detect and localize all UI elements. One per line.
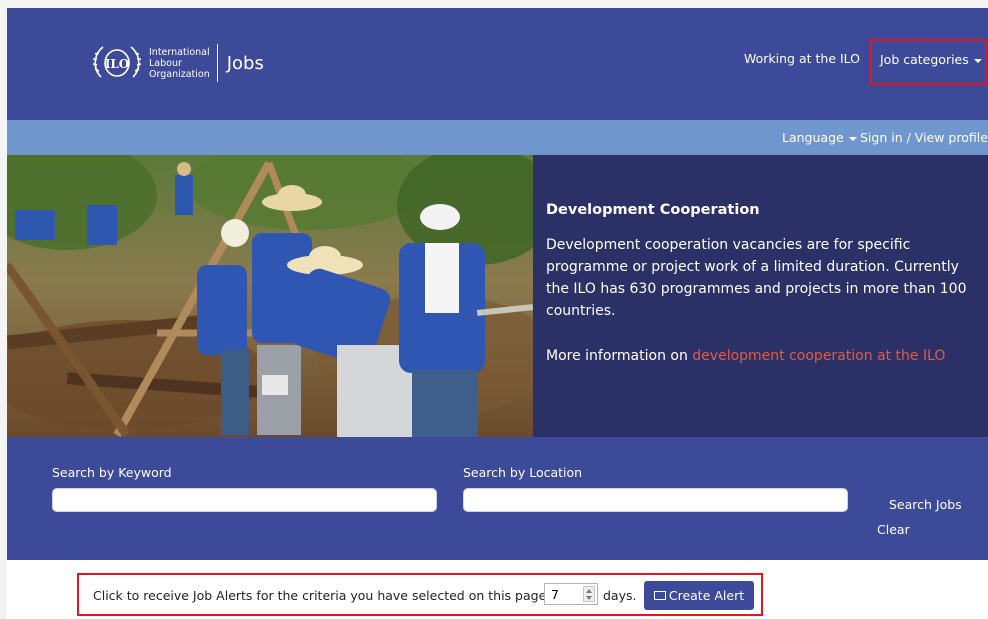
envelope-icon bbox=[653, 591, 666, 600]
hero-more-info: More information on development cooperat… bbox=[546, 348, 978, 364]
site-header: ILO International Labour Organization Jo… bbox=[7, 8, 988, 120]
language-dropdown[interactable]: Language bbox=[782, 130, 857, 145]
logo-divider bbox=[216, 44, 218, 82]
page: ILO International Labour Organization Jo… bbox=[7, 8, 988, 619]
caret-down-icon bbox=[848, 136, 857, 141]
keyword-input[interactable] bbox=[52, 488, 437, 512]
org-name-line: Organization bbox=[149, 68, 210, 80]
ilo-logo[interactable]: ILO International Labour Organization Jo… bbox=[91, 41, 264, 85]
days-label: days. bbox=[603, 588, 637, 603]
hero-photo bbox=[7, 155, 533, 437]
org-name-line: International bbox=[149, 46, 210, 58]
org-name-line: Labour bbox=[149, 57, 182, 69]
ilo-emblem-icon: ILO bbox=[92, 46, 142, 78]
create-alert-button[interactable]: Create Alert bbox=[644, 581, 754, 610]
clear-button[interactable]: Clear bbox=[877, 522, 910, 537]
hero-description: Development cooperation vacancies are fo… bbox=[546, 237, 967, 319]
emblem-text: ILO bbox=[105, 57, 130, 71]
keyword-label: Search by Keyword bbox=[52, 465, 172, 480]
alert-days-stepper[interactable]: 7 bbox=[544, 583, 598, 605]
hero-title: Development Cooperation bbox=[546, 202, 760, 218]
search-jobs-button[interactable]: Search Jobs bbox=[889, 497, 962, 512]
hero-info-panel: Development Cooperation Development coop… bbox=[533, 155, 988, 437]
nav-job-categories-dropdown[interactable]: Job categories bbox=[870, 39, 987, 85]
app-name: Jobs bbox=[226, 52, 264, 74]
alert-days-value: 7 bbox=[551, 587, 559, 602]
create-alert-label: Create Alert bbox=[668, 588, 745, 603]
language-label: Language bbox=[782, 130, 844, 145]
hero-photo-illustration bbox=[7, 155, 533, 437]
spin-up-icon[interactable] bbox=[586, 589, 592, 593]
nav-job-categories-label: Job categories bbox=[880, 52, 969, 67]
location-label: Search by Location bbox=[463, 465, 583, 480]
search-panel: Search by Keyword Search by Location Sea… bbox=[7, 437, 988, 560]
job-alert-bar: Click to receive Job Alerts for the crit… bbox=[77, 573, 763, 616]
location-input[interactable] bbox=[463, 488, 848, 512]
spinner-control[interactable] bbox=[583, 586, 595, 602]
development-cooperation-link[interactable]: development cooperation at the ILO bbox=[692, 348, 945, 364]
utility-bar: Language Sign in / View profile bbox=[7, 120, 988, 155]
hero-more-prefix: More information on bbox=[546, 348, 693, 364]
sign-in-link[interactable]: Sign in / View profile bbox=[860, 130, 988, 145]
caret-down-icon bbox=[973, 58, 982, 63]
org-name: International Labour Organization bbox=[149, 47, 210, 80]
nav-working-at-ilo[interactable]: Working at the ILO bbox=[744, 51, 860, 66]
spin-down-icon[interactable] bbox=[586, 596, 592, 600]
job-alert-text: Click to receive Job Alerts for the crit… bbox=[93, 588, 586, 603]
